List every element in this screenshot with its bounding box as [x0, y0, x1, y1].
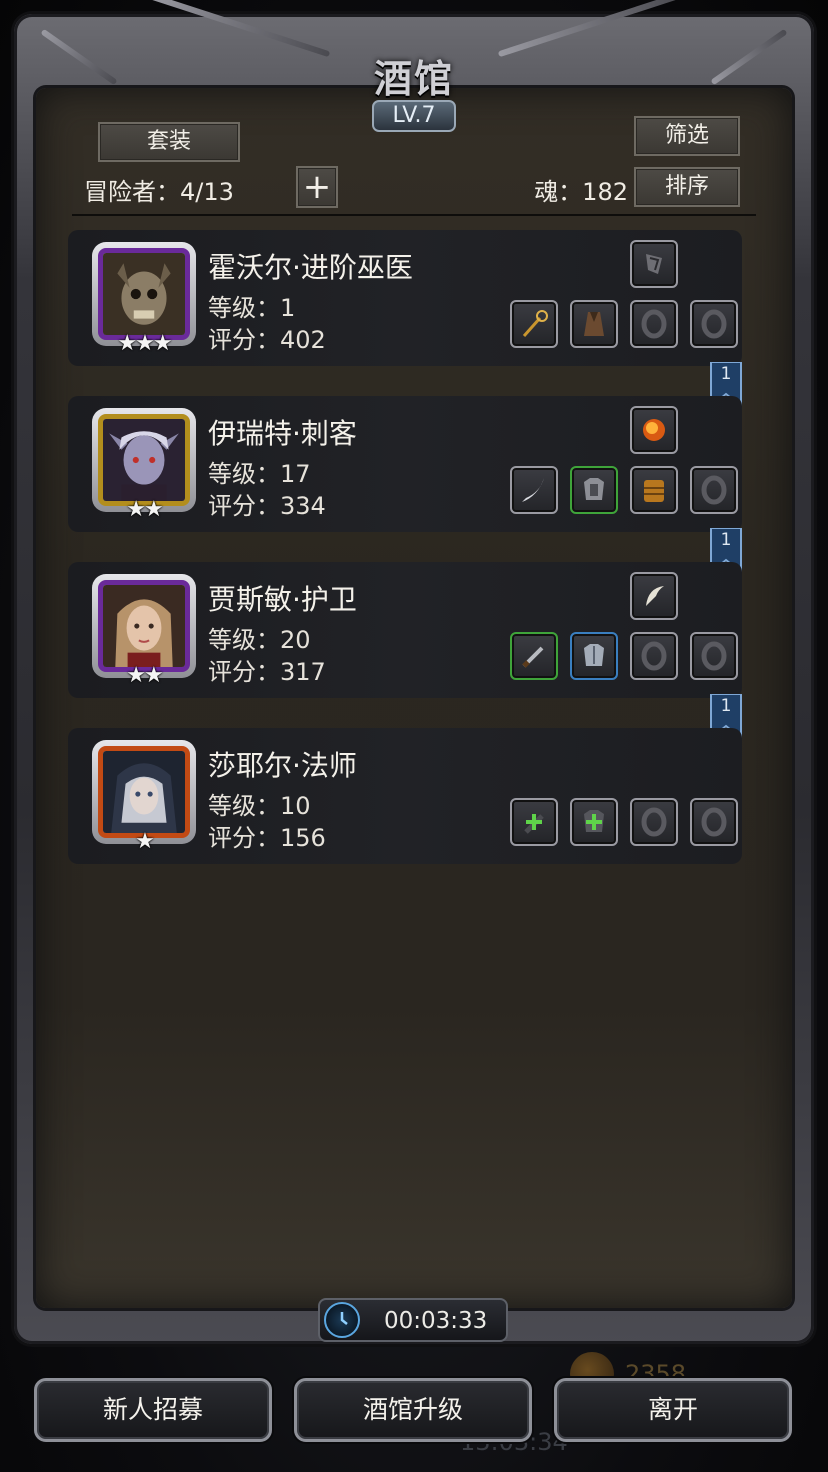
hero-score: 评分：156 — [208, 824, 326, 852]
hero-level: 等级：10 — [208, 792, 311, 820]
filter-button[interactable]: 筛选 — [634, 116, 740, 156]
hero-card-3[interactable]: ★★ 贾斯敏·护卫 等级：20 评分：317 — [68, 562, 742, 698]
adventurer-count: 冒险者：4/13 — [84, 178, 234, 206]
ring-empty-icon[interactable] — [630, 632, 678, 680]
hero-level: 等级：20 — [208, 626, 311, 654]
page-title: 酒馆 — [373, 57, 454, 101]
fire-orb-icon[interactable] — [630, 406, 678, 454]
assassin-portrait — [103, 419, 185, 501]
armor-icon[interactable] — [570, 466, 618, 514]
hero-name: 伊瑞特·刺客 — [208, 417, 357, 450]
chest-armor-icon[interactable] — [630, 466, 678, 514]
hero-score: 评分：334 — [208, 492, 326, 520]
ring-empty-icon[interactable] — [630, 798, 678, 846]
hero-card-4[interactable]: ★ 莎耶尔·法师 等级：10 评分：156 — [68, 728, 742, 864]
hero-portrait[interactable]: ★★ — [92, 408, 196, 522]
team-number: 1 — [720, 696, 732, 716]
greatsword-icon[interactable] — [510, 632, 558, 680]
soul-count: 魂：182 — [534, 178, 628, 206]
hero-portrait[interactable]: ★★★ — [92, 242, 196, 356]
leave-button[interactable]: 离开 — [554, 1378, 792, 1442]
hero-name: 贾斯敏·护卫 — [208, 583, 357, 616]
cloak-icon[interactable] — [570, 300, 618, 348]
hero-portrait[interactable]: ★ — [92, 740, 196, 854]
add-armor-icon[interactable] — [570, 798, 618, 846]
hero-rarity-stars: ★★ — [126, 497, 163, 522]
team-number: 1 — [720, 364, 732, 384]
clock-icon — [324, 1302, 360, 1338]
hero-level: 等级：1 — [208, 294, 296, 322]
portrait-frame — [98, 746, 190, 838]
add-weapon-icon[interactable] — [510, 798, 558, 846]
add-adventurer-slot-button[interactable]: + — [296, 166, 338, 208]
hero-portrait[interactable]: ★★ — [92, 574, 196, 688]
hero-name: 霍沃尔·进阶巫医 — [208, 251, 413, 284]
feather-icon[interactable] — [630, 572, 678, 620]
timer-value: 00:03:33 — [384, 1308, 488, 1334]
hero-score: 评分：317 — [208, 658, 326, 686]
hero-level: 等级：17 — [208, 460, 311, 488]
ring-empty-icon[interactable] — [630, 300, 678, 348]
set-button[interactable]: 套装 — [98, 122, 240, 162]
recruit-button[interactable]: 新人招募 — [34, 1378, 272, 1442]
witch-doctor-portrait — [103, 253, 185, 335]
hero-name: 莎耶尔·法师 — [208, 749, 357, 782]
portrait-frame — [98, 580, 190, 672]
mage-portrait — [103, 751, 185, 833]
plate-armor-icon[interactable] — [570, 632, 618, 680]
recruit-timer: 00:03:33 — [318, 1298, 508, 1342]
ring-empty-icon[interactable] — [690, 466, 738, 514]
hero-card-2[interactable]: ★★ 伊瑞特·刺客 等级：17 评分：334 — [68, 396, 742, 532]
ring-empty-icon[interactable] — [690, 798, 738, 846]
curved-dagger-icon[interactable] — [510, 466, 558, 514]
portrait-frame — [98, 414, 190, 506]
upgrade-tavern-button[interactable]: 酒馆升级 — [294, 1378, 532, 1442]
tavern-level-badge: LV.7 — [372, 100, 456, 132]
divider — [72, 214, 756, 216]
team-number: 1 — [720, 530, 732, 550]
sort-button[interactable]: 排序 — [634, 167, 740, 207]
hero-card-1[interactable]: ★★★ 霍沃尔·进阶巫医 等级：1 评分：402 — [68, 230, 742, 366]
staff-icon[interactable] — [510, 300, 558, 348]
ring-empty-icon[interactable] — [690, 300, 738, 348]
hero-rarity-stars: ★★★ — [117, 331, 172, 356]
hero-score: 评分：402 — [208, 326, 326, 354]
guardian-portrait — [103, 585, 185, 667]
hero-rarity-stars: ★★ — [126, 663, 163, 688]
talisman-icon[interactable] — [630, 240, 678, 288]
ring-empty-icon[interactable] — [690, 632, 738, 680]
hero-rarity-stars: ★ — [135, 829, 155, 854]
portrait-frame — [98, 248, 190, 340]
